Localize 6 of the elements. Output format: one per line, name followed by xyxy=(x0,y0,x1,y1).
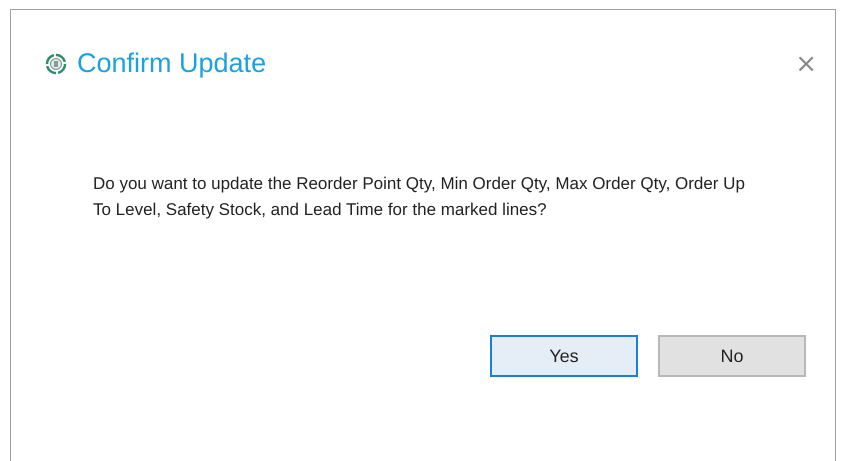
yes-button[interactable]: Yes xyxy=(490,335,638,377)
window-title: Confirm Update xyxy=(77,48,266,79)
close-button[interactable]: × xyxy=(791,48,821,78)
logo-icon xyxy=(45,52,67,74)
no-button[interactable]: No xyxy=(658,335,806,377)
message-text: Do you want to update the Reorder Point Qty, Min Order Qty, Max Order Qty, Order Up To Level, Safety Stock, and Lead Time for the marked lines? xyxy=(93,173,746,221)
